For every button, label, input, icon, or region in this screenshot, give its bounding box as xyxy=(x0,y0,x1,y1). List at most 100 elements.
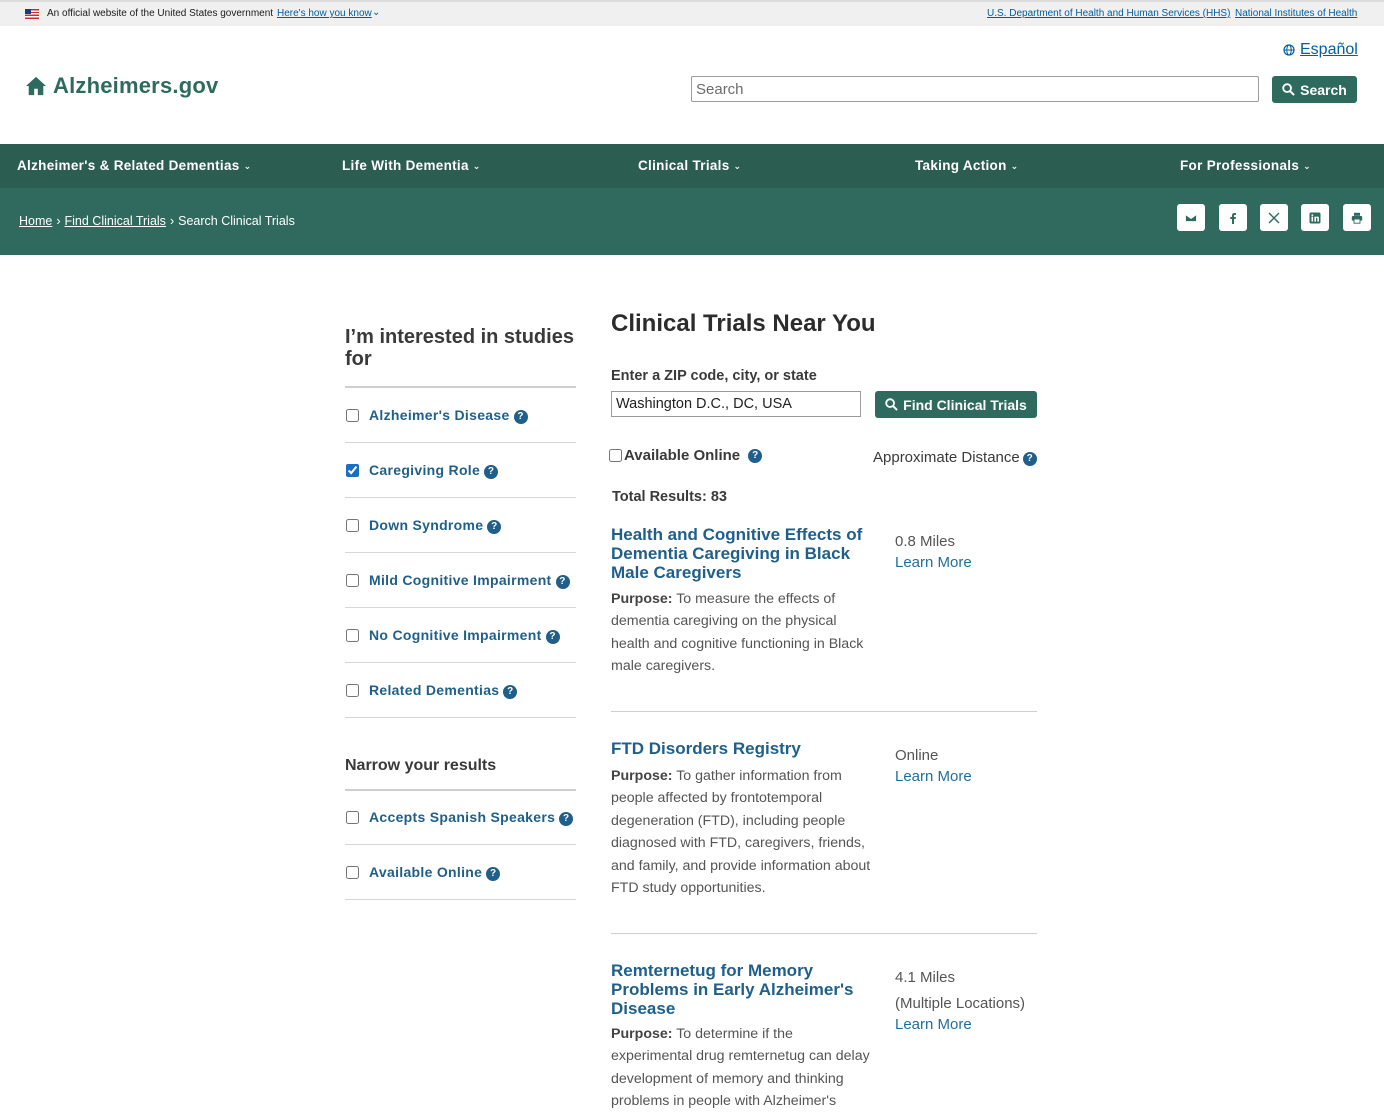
share-x-button[interactable] xyxy=(1260,204,1288,231)
filter-checkbox[interactable] xyxy=(346,810,359,824)
filter-accepts-spanish-speakers: Accepts Spanish Speakers? xyxy=(345,790,576,845)
breadcrumb-find-clinical-trials[interactable]: Find Clinical Trials xyxy=(65,214,166,228)
find-clinical-trials-button[interactable]: Find Clinical Trials xyxy=(875,391,1037,418)
result-title-link[interactable]: Health and Cognitive Effects of Dementia… xyxy=(611,525,873,582)
breadcrumb-home[interactable]: Home xyxy=(19,214,52,228)
available-online-label[interactable]: Available Online xyxy=(624,447,740,464)
result-distance-value: 4.1 Miles xyxy=(895,969,956,986)
total-results: Total Results: 83 xyxy=(612,489,727,505)
filter-checkbox[interactable] xyxy=(346,683,359,697)
learn-more-link[interactable]: Learn More xyxy=(895,1016,972,1033)
chevron-down-icon: ⌄ xyxy=(1303,161,1311,171)
nav-item-for-professionals[interactable]: For Professionals ⌄ xyxy=(1180,158,1311,173)
nav-item-clinical-trials[interactable]: Clinical Trials ⌄ xyxy=(638,158,741,173)
filter-label[interactable]: Available Online? xyxy=(369,863,501,881)
result-title-link[interactable]: Remternetug for Memory Problems in Early… xyxy=(611,961,873,1018)
result-distance: 0.8 Miles xyxy=(895,533,956,550)
filter-label-text: No Cognitive Impairment xyxy=(369,626,542,643)
result-title-link[interactable]: FTD Disorders Registry xyxy=(611,739,873,758)
approximate-distance: Approximate Distance? xyxy=(873,449,1037,466)
result-distance: 4.1 Miles (Multiple Locations) xyxy=(895,965,1025,1017)
site-logo[interactable]: Alzheimers.gov xyxy=(25,72,218,100)
filter-available-online: Available Online? xyxy=(345,845,576,900)
site-search-input[interactable] xyxy=(691,76,1259,102)
filter-checkbox[interactable] xyxy=(346,865,359,879)
help-icon[interactable]: ? xyxy=(503,684,518,699)
filter-label[interactable]: Mild Cognitive Impairment? xyxy=(369,572,570,589)
filter-label[interactable]: Alzheimer's Disease? xyxy=(369,407,528,424)
result-purpose: Purpose: To gather information from peop… xyxy=(611,765,873,899)
search-icon xyxy=(885,398,898,411)
us-flag-icon xyxy=(25,9,39,19)
location-input[interactable] xyxy=(611,391,861,417)
logo-text: Alzheimers.gov xyxy=(53,73,219,98)
nav-item-label: Taking Action xyxy=(915,158,1007,173)
nav-item-taking-action[interactable]: Taking Action ⌄ xyxy=(915,158,1019,173)
nav-item-life-with-dementia[interactable]: Life With Dementia ⌄ xyxy=(342,158,481,173)
hhs-link[interactable]: U.S. Department of Health and Human Serv… xyxy=(987,8,1230,19)
gov-banner: An official website of the United States… xyxy=(0,0,1384,26)
filter-checkbox[interactable] xyxy=(346,518,359,532)
facebook-icon xyxy=(1230,212,1236,224)
site-search-button-label: Search xyxy=(1300,81,1347,98)
breadcrumb: Home › Find Clinical Trials › Search Clinica… xyxy=(19,214,295,228)
learn-more-link[interactable]: Learn More xyxy=(895,554,972,571)
filter-checkbox[interactable] xyxy=(346,463,359,477)
result-locations-note: (Multiple Locations) xyxy=(895,995,1026,1012)
filter-label[interactable]: No Cognitive Impairment? xyxy=(369,627,560,644)
nih-link[interactable]: National Institutes of Health xyxy=(1235,8,1357,19)
help-icon[interactable]: ? xyxy=(484,464,499,479)
help-icon[interactable]: ? xyxy=(486,866,501,881)
page-title: Clinical Trials Near You xyxy=(611,310,876,337)
filter-label-text: Down Syndrome xyxy=(369,516,484,533)
nav-item-label: For Professionals xyxy=(1180,158,1300,173)
home-icon xyxy=(26,76,46,96)
share-facebook-button[interactable] xyxy=(1219,204,1247,231)
filter-label-text: Related Dementias xyxy=(369,681,500,698)
share-linkedin-button[interactable] xyxy=(1301,204,1329,231)
help-icon[interactable]: ? xyxy=(559,811,574,826)
filter-checkbox[interactable] xyxy=(346,408,359,422)
filter-label-text: Available Online xyxy=(369,863,483,880)
filters-title: I’m interested in studies for xyxy=(345,326,576,388)
result-divider xyxy=(611,933,1037,934)
nav-item-alzheimers[interactable]: Alzheimer's & Related Dementias ⌄ xyxy=(17,158,251,173)
help-icon[interactable]: ? xyxy=(1022,452,1037,466)
print-button[interactable] xyxy=(1343,204,1371,231)
how-you-know-link[interactable]: Here's how you know xyxy=(277,8,372,19)
help-icon[interactable]: ? xyxy=(545,629,560,644)
result-purpose: Purpose: To measure the effects of demen… xyxy=(611,588,873,678)
filter-alzheimers-disease: Alzheimer's Disease? xyxy=(345,388,576,443)
help-icon[interactable]: ? xyxy=(748,448,763,463)
globe-icon xyxy=(1283,44,1295,56)
filter-down-syndrome: Down Syndrome? xyxy=(345,498,576,553)
approximate-distance-label: Approximate Distance xyxy=(873,449,1020,466)
chevron-down-icon: ⌄ xyxy=(472,161,481,171)
chevron-down-icon[interactable]: ⌄ xyxy=(372,7,380,18)
available-online-checkbox[interactable] xyxy=(609,449,622,462)
help-icon[interactable]: ? xyxy=(513,409,528,424)
help-icon[interactable]: ? xyxy=(555,574,570,589)
share-email-button[interactable] xyxy=(1177,204,1205,231)
language-link[interactable]: Español xyxy=(1283,41,1358,59)
x-icon xyxy=(1268,212,1280,223)
available-online-toggle: Available Online? xyxy=(609,447,763,464)
official-site-text: An official website of the United States… xyxy=(47,8,274,19)
language-label: Español xyxy=(1300,41,1358,58)
result-divider xyxy=(611,711,1037,712)
filter-label[interactable]: Caregiving Role? xyxy=(369,462,499,479)
help-icon[interactable]: ? xyxy=(487,519,502,534)
nav-item-label: Alzheimer's & Related Dementias xyxy=(17,158,240,173)
learn-more-link[interactable]: Learn More xyxy=(895,768,972,785)
filter-mild-cognitive-impairment: Mild Cognitive Impairment? xyxy=(345,553,576,608)
chevron-down-icon: ⌄ xyxy=(1010,161,1019,171)
filter-caregiving-role: Caregiving Role? xyxy=(345,443,576,498)
filter-no-cognitive-impairment: No Cognitive Impairment? xyxy=(345,608,576,663)
filter-label[interactable]: Accepts Spanish Speakers? xyxy=(369,809,574,826)
filter-checkbox[interactable] xyxy=(346,628,359,642)
filter-checkbox[interactable] xyxy=(346,573,359,587)
filter-label[interactable]: Related Dementias? xyxy=(369,681,518,699)
filter-label[interactable]: Down Syndrome? xyxy=(369,516,502,534)
search-icon xyxy=(1282,83,1295,96)
site-search-button[interactable]: Search xyxy=(1272,76,1357,103)
